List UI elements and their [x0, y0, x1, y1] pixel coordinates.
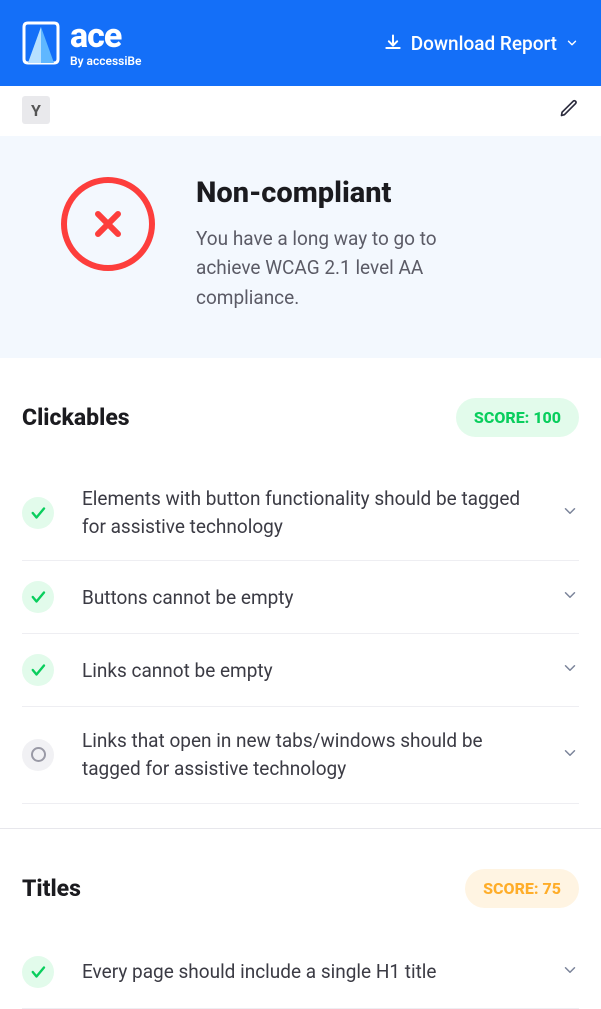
rule-row[interactable]: Links that open in new tabs/windows shou… [22, 707, 579, 803]
chevron-down-icon [561, 502, 579, 524]
check-icon [22, 497, 54, 529]
section-title: Clickables [22, 404, 130, 431]
chevron-down-icon [561, 961, 579, 983]
rule-row[interactable]: Buttons cannot be empty [22, 561, 579, 634]
rule-text: Every page should include a single H1 ti… [82, 958, 533, 986]
pencil-icon [559, 103, 579, 122]
logo-mark-icon [22, 19, 60, 67]
rule-text: Links cannot be empty [82, 657, 533, 685]
brand-logo: ace By accessiBe [22, 19, 142, 67]
brand-subtitle: By accessiBe [70, 55, 142, 67]
section-title: Titles [22, 875, 81, 902]
score-badge: SCORE: 100 [456, 398, 579, 437]
status-title: Non-compliant [196, 176, 571, 210]
audit-section: Clickables SCORE: 100 Elements with button… [0, 358, 601, 803]
download-report-button[interactable]: Download Report [383, 32, 579, 55]
status-description: You have a long way to go to achieve WCA… [196, 224, 496, 312]
section-header: Clickables SCORE: 100 [22, 398, 579, 437]
rule-row[interactable]: Elements with button functionality shoul… [22, 465, 579, 561]
chevron-down-icon [561, 586, 579, 608]
neutral-icon [22, 739, 54, 771]
app-header: ace By accessiBe Download Report [0, 0, 601, 86]
edit-button[interactable] [559, 98, 579, 122]
check-icon [22, 956, 54, 988]
section-header: Titles SCORE: 75 [22, 869, 579, 908]
score-badge: SCORE: 75 [465, 869, 579, 908]
check-icon [22, 654, 54, 686]
rule-row[interactable]: Links cannot be empty [22, 634, 579, 707]
download-label: Download Report [411, 32, 557, 55]
chevron-down-icon [561, 744, 579, 766]
rule-text: Elements with button functionality shoul… [82, 485, 533, 540]
site-badge[interactable]: Y [22, 96, 50, 124]
status-fail-icon [60, 176, 156, 272]
chevron-down-icon [565, 36, 579, 50]
url-toolbar: Y [0, 86, 601, 136]
rule-text: Links that open in new tabs/windows shou… [82, 727, 533, 782]
rule-row[interactable]: Every page should include a single H1 ti… [22, 936, 579, 1009]
download-icon [383, 33, 403, 53]
brand-name: ace [70, 19, 142, 53]
compliance-status-card: Non-compliant You have a long way to go … [0, 136, 601, 358]
rule-text: Buttons cannot be empty [82, 584, 533, 612]
audit-section: Titles SCORE: 75 Every page should include… [0, 828, 601, 1009]
chevron-down-icon [561, 659, 579, 681]
check-icon [22, 581, 54, 613]
